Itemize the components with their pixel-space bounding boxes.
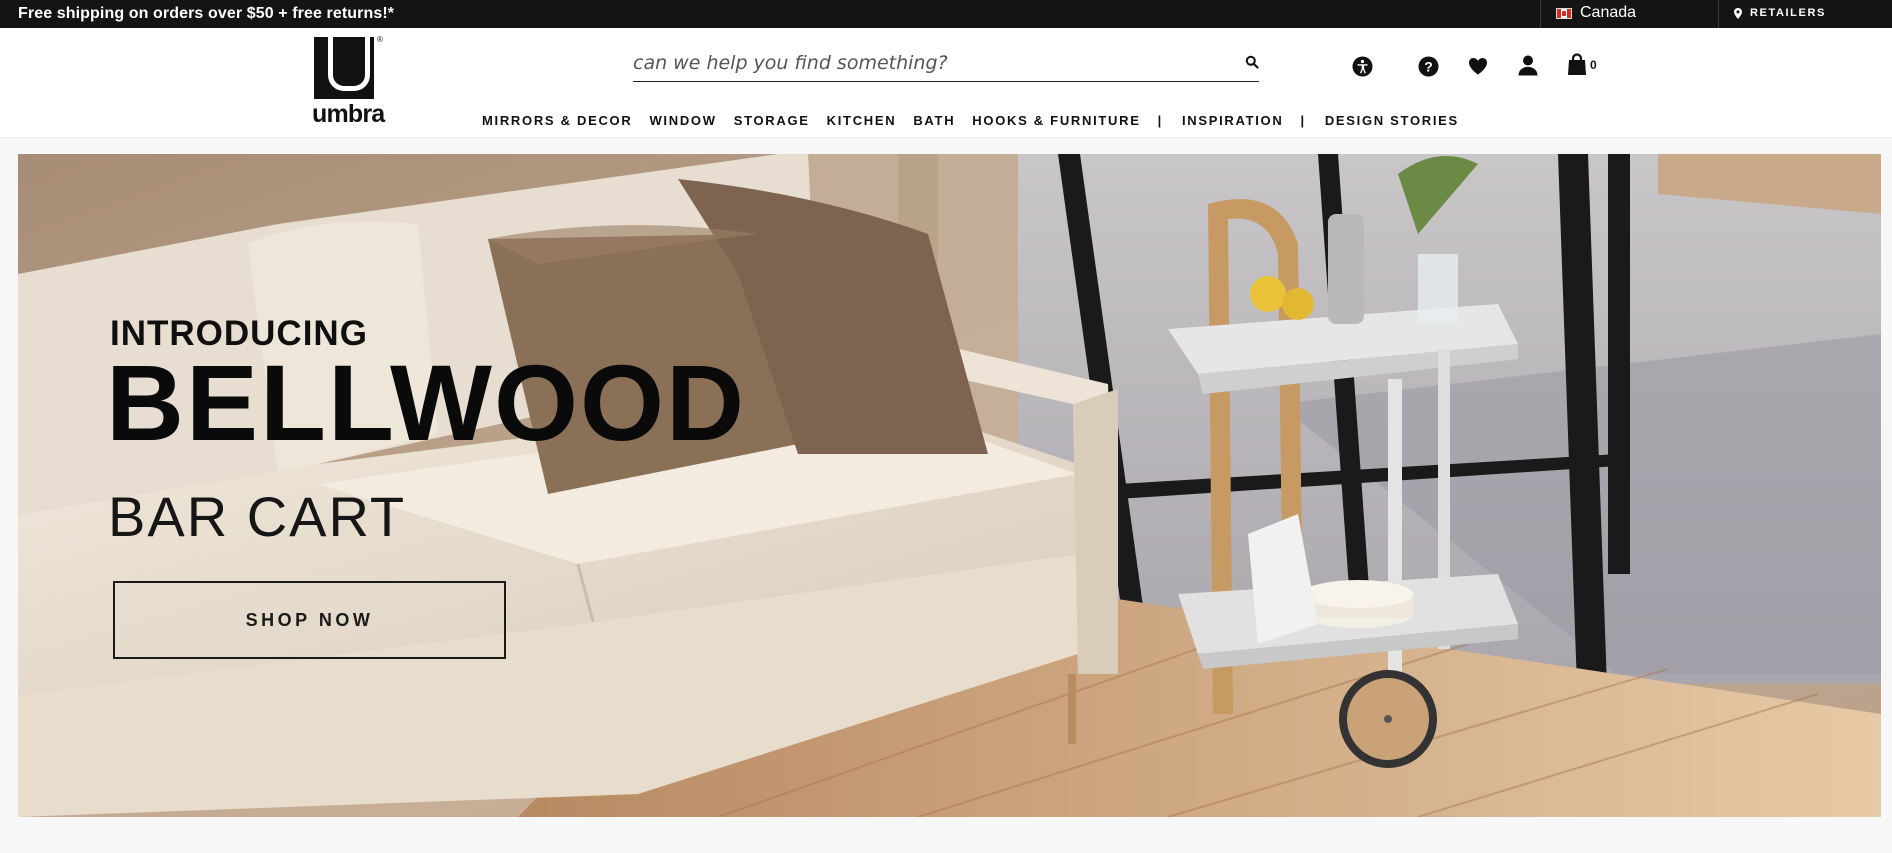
divider — [1718, 0, 1719, 28]
shopping-bag-icon[interactable] — [1565, 52, 1589, 76]
nav-kitchen[interactable]: KITCHEN — [827, 113, 897, 128]
cart-count: 0 — [1590, 58, 1597, 72]
account-icon[interactable] — [1516, 53, 1540, 77]
site-header: ® umbra ? 0 MIRRORS & DECOR WINDOW STORA… — [0, 28, 1892, 138]
nav-mirrors-decor[interactable]: MIRRORS & DECOR — [482, 113, 632, 128]
retailers-label: RETAILERS — [1750, 7, 1826, 19]
country-selector[interactable]: Canada — [1556, 4, 1636, 22]
search-input[interactable] — [633, 46, 1223, 80]
hero-banner[interactable]: INTRODUCING BELLWOOD BAR CART SHOP NOW — [18, 154, 1881, 817]
logo-registered: ® — [377, 35, 383, 44]
nav-bath[interactable]: BATH — [913, 113, 955, 128]
nav-window[interactable]: WINDOW — [649, 113, 716, 128]
shop-now-button[interactable]: SHOP NOW — [113, 581, 506, 659]
heart-icon[interactable] — [1466, 54, 1490, 78]
hero-subtitle: BAR CART — [108, 485, 407, 548]
canada-flag-icon — [1556, 7, 1572, 19]
nav-separator: | — [1300, 113, 1306, 128]
accessibility-icon[interactable] — [1350, 54, 1374, 78]
hero-title: BELLWOOD — [106, 342, 746, 463]
announcement-bar: Free shipping on orders over $50 + free … — [0, 0, 1892, 28]
free-shipping-promo[interactable]: Free shipping on orders over $50 + free … — [18, 5, 394, 23]
nav-inspiration[interactable]: INSPIRATION — [1182, 113, 1284, 128]
nav-design-stories[interactable]: DESIGN STORIES — [1325, 113, 1459, 128]
nav-separator: | — [1157, 113, 1163, 128]
nav-storage[interactable]: STORAGE — [734, 113, 810, 128]
umbra-logo[interactable]: ® umbra — [312, 35, 386, 128]
logo-mark-icon — [314, 37, 374, 99]
search-icon[interactable] — [1245, 55, 1259, 69]
divider — [1540, 0, 1541, 28]
search-bar — [633, 46, 1259, 82]
main-nav: MIRRORS & DECOR WINDOW STORAGE KITCHEN B… — [482, 113, 1476, 128]
logo-wordmark: umbra — [312, 100, 385, 128]
map-pin-icon — [1734, 7, 1742, 19]
nav-hooks-furniture[interactable]: HOOKS & FURNITURE — [972, 113, 1140, 128]
country-label: Canada — [1580, 4, 1637, 21]
retailers-link[interactable]: RETAILERS — [1734, 7, 1826, 19]
svg-text:?: ? — [1424, 58, 1433, 74]
help-icon[interactable]: ? — [1416, 54, 1440, 78]
